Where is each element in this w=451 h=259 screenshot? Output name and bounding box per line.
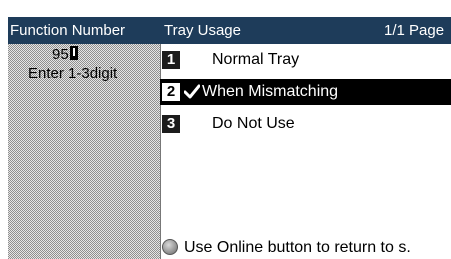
- menu-header: Tray Usage 1/1 Page: [160, 17, 451, 44]
- page-indicator: 1/1 Page: [384, 22, 445, 39]
- tray-usage-menu: Tray Usage 1/1 Page 1 Normal Tray 2 When…: [160, 17, 451, 259]
- item-number-badge: 3: [162, 115, 180, 133]
- menu-item-label: Do Not Use: [212, 115, 295, 132]
- function-number-text: 95: [52, 46, 69, 63]
- function-number-value[interactable]: 95: [52, 46, 78, 64]
- menu-item-when-mismatching[interactable]: 2 When Mismatching: [160, 79, 451, 105]
- menu-item-label: When Mismatching: [202, 83, 339, 100]
- menu-item-do-not-use[interactable]: 3 Do Not Use: [160, 111, 451, 137]
- checkmark-icon: [184, 84, 200, 99]
- footer-hint: Use Online button to return to s.: [160, 237, 451, 259]
- menu-title: Tray Usage: [164, 22, 241, 39]
- text-cursor-icon: [69, 46, 78, 60]
- menu-item-label: Normal Tray: [212, 51, 300, 68]
- function-number-panel: Function Number 95 Enter 1-3digit: [8, 17, 160, 259]
- footer-text: Use Online button to return to s.: [184, 239, 411, 256]
- item-number-badge: 1: [162, 51, 180, 69]
- function-number-header: Function Number: [8, 17, 160, 44]
- function-number-hint: Enter 1-3digit: [28, 65, 118, 82]
- online-button-icon: [162, 239, 178, 255]
- item-number-badge: 2: [162, 83, 180, 101]
- menu-item-normal-tray[interactable]: 1 Normal Tray: [160, 47, 451, 73]
